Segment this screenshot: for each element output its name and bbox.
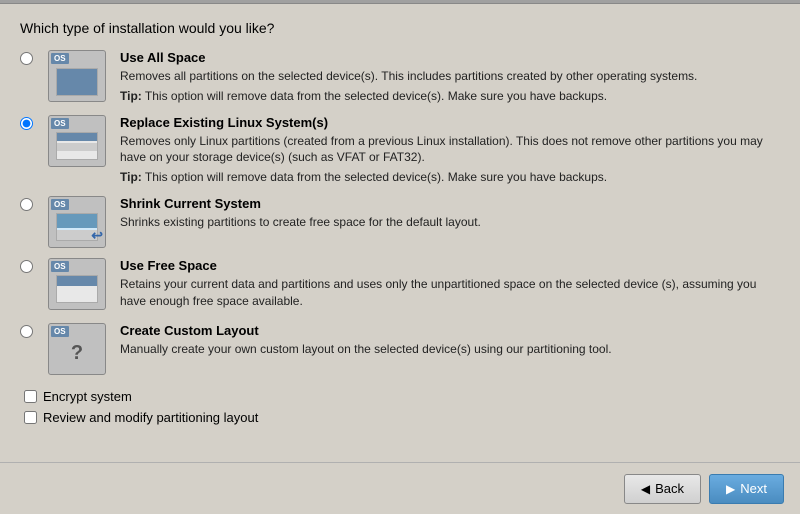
checkbox-row-encrypt: Encrypt system: [24, 389, 780, 404]
next-icon: ▶: [726, 482, 735, 496]
option-row-replace-existing: OS Replace Existing Linux System(s) Remove…: [20, 115, 780, 186]
checkbox-label-encrypt: Encrypt system: [43, 389, 132, 404]
option-desc-shrink-current: Shrinks existing partitions to create fr…: [120, 214, 780, 231]
back-label: Back: [655, 481, 684, 496]
option-content-use-free-space: Use Free Space Retains your current data …: [120, 258, 780, 313]
option-row-shrink-current: OS↩ Shrink Current System Shrinks existing…: [20, 196, 780, 248]
back-button[interactable]: ◀ Back: [624, 474, 701, 504]
radio-create-custom[interactable]: [20, 325, 33, 338]
radio-replace-existing[interactable]: [20, 117, 33, 130]
checkbox-label-review: Review and modify partitioning layout: [43, 410, 258, 425]
option-row-create-custom: OS? Create Custom Layout Manually create y…: [20, 323, 780, 375]
option-title-create-custom: Create Custom Layout: [120, 323, 780, 338]
option-desc-create-custom: Manually create your own custom layout o…: [120, 341, 780, 358]
option-title-shrink-current: Shrink Current System: [120, 196, 780, 211]
next-label: Next: [740, 481, 767, 496]
option-content-replace-existing: Replace Existing Linux System(s) Removes …: [120, 115, 780, 186]
next-button[interactable]: ▶ Next: [709, 474, 784, 504]
checkbox-review[interactable]: [24, 411, 37, 424]
option-content-create-custom: Create Custom Layout Manually create your…: [120, 323, 780, 361]
option-title-replace-existing: Replace Existing Linux System(s): [120, 115, 780, 130]
option-desc-replace-existing: Removes only Linux partitions (created f…: [120, 133, 780, 167]
option-tip-replace-existing: Tip: This option will remove data from t…: [120, 169, 780, 186]
icon-shrink-current: OS↩: [48, 196, 112, 248]
checkbox-encrypt[interactable]: [24, 390, 37, 403]
radio-use-all-space[interactable]: [20, 52, 33, 65]
icon-use-free-space: OS: [48, 258, 112, 310]
option-row-use-all-space: OS Use All Space Removes all partitions on…: [20, 50, 780, 105]
option-row-use-free-space: OS Use Free Space Retains your current dat…: [20, 258, 780, 313]
option-title-use-all-space: Use All Space: [120, 50, 780, 65]
icon-use-all-space: OS: [48, 50, 112, 102]
checkbox-row-review: Review and modify partitioning layout: [24, 410, 780, 425]
option-desc-use-all-space: Removes all partitions on the selected d…: [120, 68, 780, 85]
option-desc-use-free-space: Retains your current data and partitions…: [120, 276, 780, 310]
page-question: Which type of installation would you lik…: [20, 20, 780, 36]
option-content-shrink-current: Shrink Current System Shrinks existing pa…: [120, 196, 780, 234]
option-content-use-all-space: Use All Space Removes all partitions on t…: [120, 50, 780, 105]
icon-replace-existing: OS: [48, 115, 112, 167]
option-tip-use-all-space: Tip: This option will remove data from t…: [120, 88, 780, 105]
option-title-use-free-space: Use Free Space: [120, 258, 780, 273]
radio-use-free-space[interactable]: [20, 260, 33, 273]
icon-create-custom: OS?: [48, 323, 112, 375]
radio-shrink-current[interactable]: [20, 198, 33, 211]
back-icon: ◀: [641, 482, 650, 496]
